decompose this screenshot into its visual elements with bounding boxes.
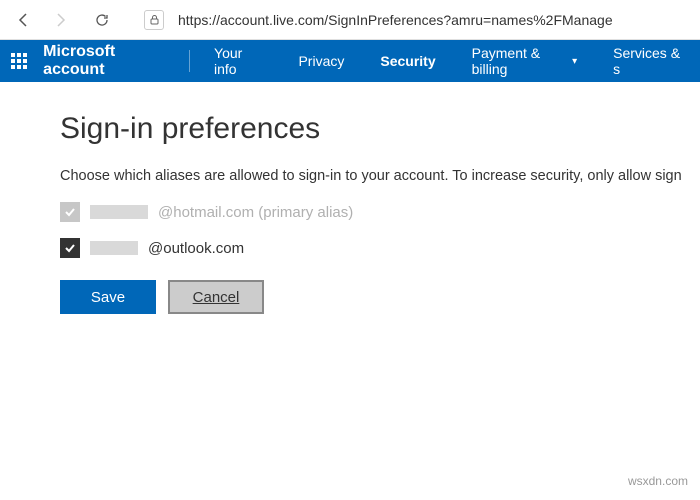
- nav-privacy[interactable]: Privacy: [280, 40, 362, 82]
- page-title: Sign-in preferences: [60, 112, 700, 146]
- nav-divider: [189, 50, 190, 72]
- checkbox-primary: [60, 202, 80, 222]
- cancel-button[interactable]: Cancel: [168, 280, 264, 314]
- site-header: Microsoft account Your info Privacy Secu…: [0, 40, 700, 82]
- alias-row-primary: @hotmail.com (primary alias): [60, 202, 700, 222]
- nav-your-info[interactable]: Your info: [196, 40, 280, 82]
- refresh-button[interactable]: [88, 6, 116, 34]
- main-content: Sign-in preferences Choose which aliases…: [0, 82, 700, 314]
- nav-payment[interactable]: Payment & billing ▾: [454, 40, 596, 82]
- nav-security[interactable]: Security: [362, 40, 453, 82]
- button-row: Save Cancel: [60, 280, 700, 314]
- nav-payment-label: Payment & billing: [472, 45, 566, 77]
- redacted-name-secondary: [90, 241, 138, 255]
- forward-button[interactable]: [46, 6, 74, 34]
- brand-title[interactable]: Microsoft account: [37, 43, 183, 79]
- checkbox-secondary[interactable]: [60, 238, 80, 258]
- back-button[interactable]: [10, 6, 38, 34]
- url-bar[interactable]: https://account.live.com/SignInPreferenc…: [172, 12, 690, 28]
- alias-row-secondary: @outlook.com: [60, 238, 700, 258]
- lock-icon: [144, 10, 164, 30]
- redacted-name-primary: [90, 205, 148, 219]
- watermark: wsxdn.com: [628, 474, 688, 488]
- alias-secondary-suffix: @outlook.com: [148, 240, 244, 257]
- save-button[interactable]: Save: [60, 280, 156, 314]
- nav-services[interactable]: Services & s: [595, 40, 700, 82]
- intro-text: Choose which aliases are allowed to sign…: [60, 168, 700, 184]
- app-launcher-icon[interactable]: [0, 40, 37, 82]
- chevron-down-icon: ▾: [572, 56, 577, 67]
- alias-primary-suffix: @hotmail.com (primary alias): [158, 204, 353, 221]
- browser-toolbar: https://account.live.com/SignInPreferenc…: [0, 0, 700, 40]
